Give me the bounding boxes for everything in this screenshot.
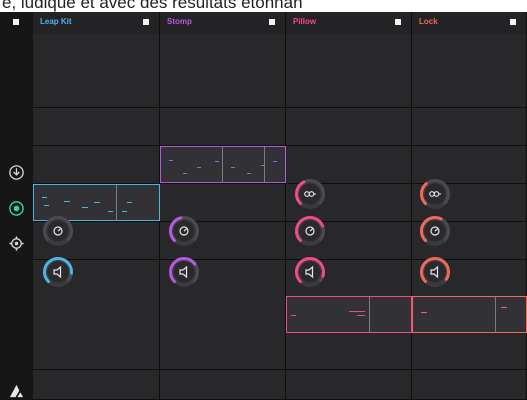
clip-slot[interactable] xyxy=(286,370,412,400)
knob-ring xyxy=(420,257,450,287)
clip-note xyxy=(291,315,296,316)
clip-note xyxy=(421,312,427,313)
knob-face xyxy=(47,261,69,283)
clip-slot[interactable] xyxy=(160,108,286,146)
clip-note xyxy=(44,205,49,206)
clip-slot[interactable] xyxy=(286,108,412,146)
knob-ring xyxy=(43,216,73,246)
pan-knob[interactable] xyxy=(293,214,327,248)
clip-position-marker xyxy=(495,297,496,333)
track-header-2[interactable]: Stomp xyxy=(160,12,286,34)
track-stop-button[interactable] xyxy=(510,19,516,25)
knob-face xyxy=(424,183,446,205)
knob-ring xyxy=(169,216,199,246)
clip-note xyxy=(357,315,365,316)
clip-position-marker xyxy=(116,185,117,221)
track-header-bar: Leap Kit Stomp Pillow Lock xyxy=(33,12,527,34)
clip-slot[interactable] xyxy=(160,70,286,108)
track-header-1[interactable]: Leap Kit xyxy=(33,12,160,34)
pan-knob[interactable] xyxy=(167,214,201,248)
clip-slot[interactable] xyxy=(33,108,160,146)
clip-slot[interactable] xyxy=(286,34,412,72)
knob-ring xyxy=(295,179,325,209)
clip[interactable] xyxy=(286,296,412,333)
clip-note xyxy=(197,167,201,168)
track-header-4[interactable]: Lock xyxy=(412,12,527,34)
send-knob[interactable] xyxy=(293,177,327,211)
track-name: Pillow xyxy=(293,17,317,26)
track-name: Stomp xyxy=(167,17,192,26)
knob-face xyxy=(299,183,321,205)
knob-face xyxy=(173,261,195,283)
download-icon[interactable] xyxy=(8,164,25,181)
clip-slot[interactable] xyxy=(160,332,286,370)
clip[interactable] xyxy=(160,146,286,183)
clip-note xyxy=(122,211,127,212)
clip-note xyxy=(82,207,88,208)
clip-slot[interactable] xyxy=(33,70,160,108)
knob-ring xyxy=(420,216,450,246)
knob-face xyxy=(299,261,321,283)
clip-slot[interactable] xyxy=(412,108,527,146)
clip-note xyxy=(94,202,100,203)
clip-slot[interactable] xyxy=(33,146,160,184)
knob-ring xyxy=(295,216,325,246)
clip-note xyxy=(108,211,113,212)
settings-icon[interactable] xyxy=(8,235,25,252)
clip-note xyxy=(215,161,219,162)
clip-note xyxy=(183,173,187,174)
clip-slot[interactable] xyxy=(160,370,286,400)
knob-ring xyxy=(295,257,325,287)
record-icon[interactable] xyxy=(8,200,25,217)
clip-note xyxy=(127,202,132,203)
volume-knob[interactable] xyxy=(167,255,201,289)
track-stop-button[interactable] xyxy=(395,19,401,25)
track-stop-button[interactable] xyxy=(143,19,149,25)
pan-knob[interactable] xyxy=(41,214,75,248)
app-window: Leap Kit Stomp Pillow Lock xyxy=(0,12,527,400)
pan-knob[interactable] xyxy=(418,214,452,248)
clip-slot[interactable] xyxy=(33,332,160,370)
clip[interactable] xyxy=(412,296,527,333)
volume-knob[interactable] xyxy=(293,255,327,289)
clip-note xyxy=(273,161,277,162)
send-knob[interactable] xyxy=(418,177,452,211)
clip-note xyxy=(231,167,235,168)
clip-slot[interactable] xyxy=(33,296,160,334)
track-stop-button[interactable] xyxy=(269,19,275,25)
clip-slot[interactable] xyxy=(160,34,286,72)
logo-icon xyxy=(9,384,24,398)
clip-slot[interactable] xyxy=(160,296,286,334)
knob-face xyxy=(424,261,446,283)
clip-slot[interactable] xyxy=(412,370,527,400)
track-name: Lock xyxy=(419,17,438,26)
volume-knob[interactable] xyxy=(418,255,452,289)
clip-slot[interactable] xyxy=(33,370,160,400)
clip-position-marker xyxy=(222,147,223,183)
clip-position-marker xyxy=(369,297,370,333)
clip-slot[interactable] xyxy=(286,332,412,370)
clip-note xyxy=(169,160,173,161)
clip-slot[interactable] xyxy=(33,34,160,72)
clip-slot[interactable] xyxy=(412,70,527,108)
clip-note xyxy=(501,307,507,308)
caption-text: e, ludique et avec des résultats étonnan xyxy=(0,0,527,12)
clip-slot[interactable] xyxy=(412,332,527,370)
clip-note xyxy=(64,201,70,202)
knob-ring xyxy=(420,179,450,209)
clip-slot[interactable] xyxy=(412,34,527,72)
track-name: Leap Kit xyxy=(40,17,72,26)
clip-note xyxy=(247,173,251,174)
knob-ring xyxy=(169,257,199,287)
sidebar xyxy=(0,12,34,399)
knob-ring xyxy=(43,257,73,287)
square-stop-icon[interactable] xyxy=(13,19,19,25)
clip-position-marker xyxy=(264,147,265,183)
volume-knob[interactable] xyxy=(41,255,75,289)
clip-note xyxy=(349,311,365,312)
clip-note xyxy=(42,197,47,198)
track-header-3[interactable]: Pillow xyxy=(286,12,412,34)
clip-slot[interactable] xyxy=(286,70,412,108)
